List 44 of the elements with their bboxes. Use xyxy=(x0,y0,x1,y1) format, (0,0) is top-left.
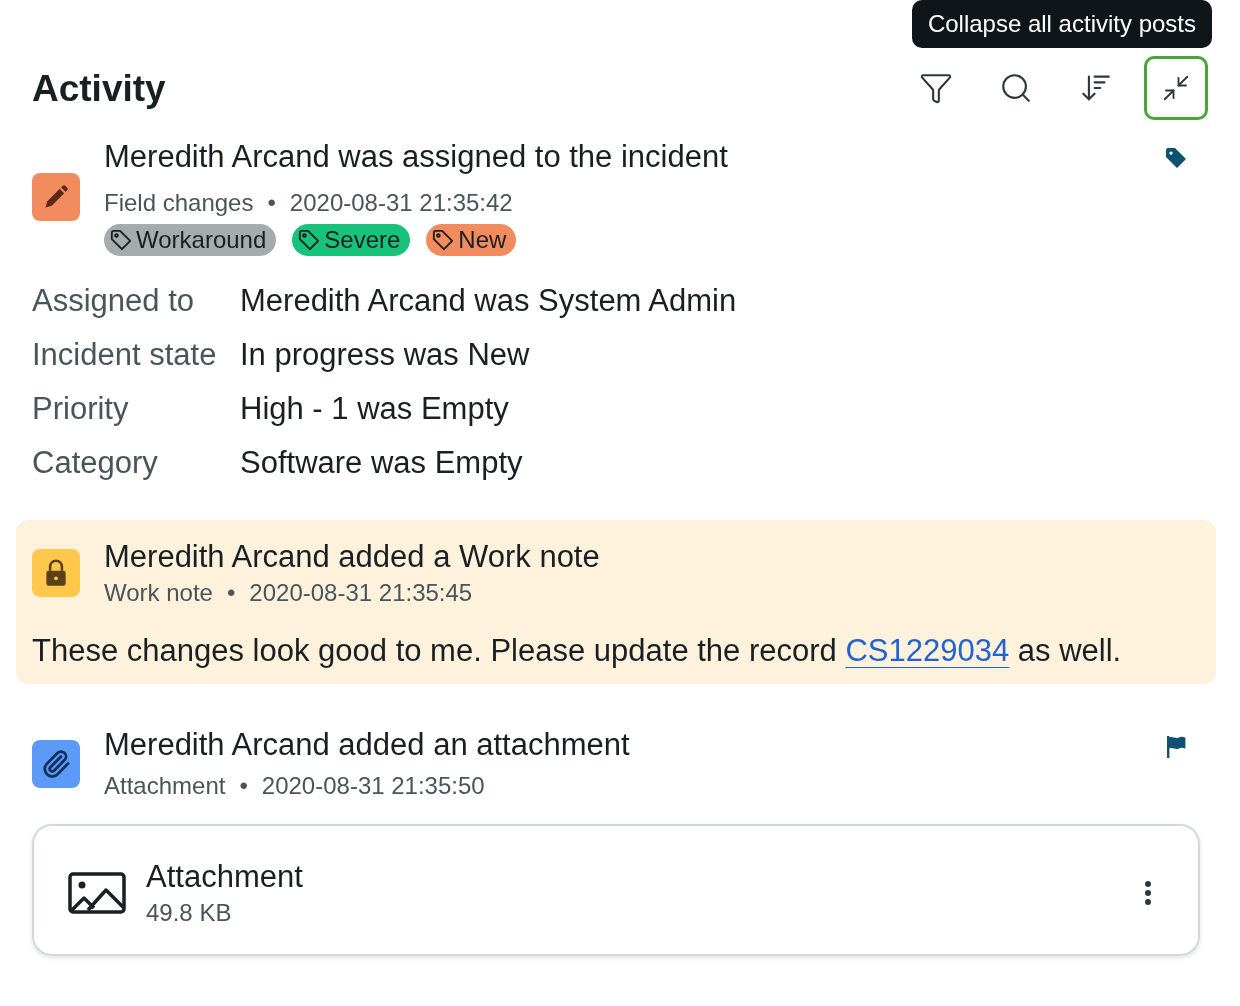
collapse-arrows-icon xyxy=(1161,73,1191,103)
post-title: Meredith Arcand was assigned to the incident xyxy=(104,138,728,176)
flag-icon xyxy=(1165,735,1187,759)
file-name: Attachment xyxy=(146,858,303,896)
tag-icon xyxy=(1165,147,1187,169)
timestamp: 2020-08-31 21:35:42 xyxy=(289,188,513,218)
collapse-button[interactable] xyxy=(1144,56,1208,120)
image-icon xyxy=(68,872,126,914)
field-value: Software was Empty xyxy=(240,444,524,482)
tag-icon xyxy=(110,229,132,251)
tag-icon xyxy=(432,229,455,251)
field-value: In progress was New xyxy=(240,336,531,374)
bullet-separator: • xyxy=(267,188,276,218)
record-link[interactable]: CS1229034 xyxy=(845,633,1010,668)
tag-chip[interactable]: Workaround xyxy=(104,224,277,256)
tag-icon xyxy=(298,229,321,251)
post-title: Meredith Arcand added an attachment xyxy=(104,726,630,764)
file-size: 49.8 KB xyxy=(146,898,232,928)
tag-chip[interactable]: New xyxy=(426,224,517,256)
bullet-separator: • xyxy=(226,578,236,608)
post-title: Meredith Arcand added a Work note xyxy=(104,538,600,576)
padlock-icon xyxy=(32,549,80,597)
filter-icon xyxy=(919,71,953,105)
attachment-card[interactable]: Attachment 49.8 KB xyxy=(32,824,1200,956)
field-value: High - 1 was Empty xyxy=(240,390,510,428)
post-type: Field changes xyxy=(104,188,254,218)
pencil-icon xyxy=(32,172,80,221)
post-type: Work note xyxy=(104,578,213,608)
field-label: Assigned to xyxy=(32,282,195,320)
timestamp: 2020-08-31 21:35:50 xyxy=(261,771,485,801)
vertical-dots-icon xyxy=(1144,880,1152,906)
tooltip: Collapse all activity posts xyxy=(911,0,1212,48)
bullet-separator: • xyxy=(239,771,248,801)
search-icon xyxy=(999,71,1033,105)
timestamp: 2020-08-31 21:35:45 xyxy=(249,578,473,608)
field-value: Meredith Arcand was System Admin xyxy=(240,282,738,320)
paperclip-icon xyxy=(32,739,80,788)
field-label: Priority xyxy=(32,390,130,428)
post-type: Attachment xyxy=(104,771,226,801)
note-text: These changes look good to me. Please update the record CS1229034 as well. xyxy=(32,632,1123,670)
field-label: Category xyxy=(32,444,159,482)
field-label: Incident state xyxy=(32,336,218,374)
activity-heading: Activity xyxy=(32,67,166,110)
tag-chip[interactable]: Severe xyxy=(292,224,411,256)
